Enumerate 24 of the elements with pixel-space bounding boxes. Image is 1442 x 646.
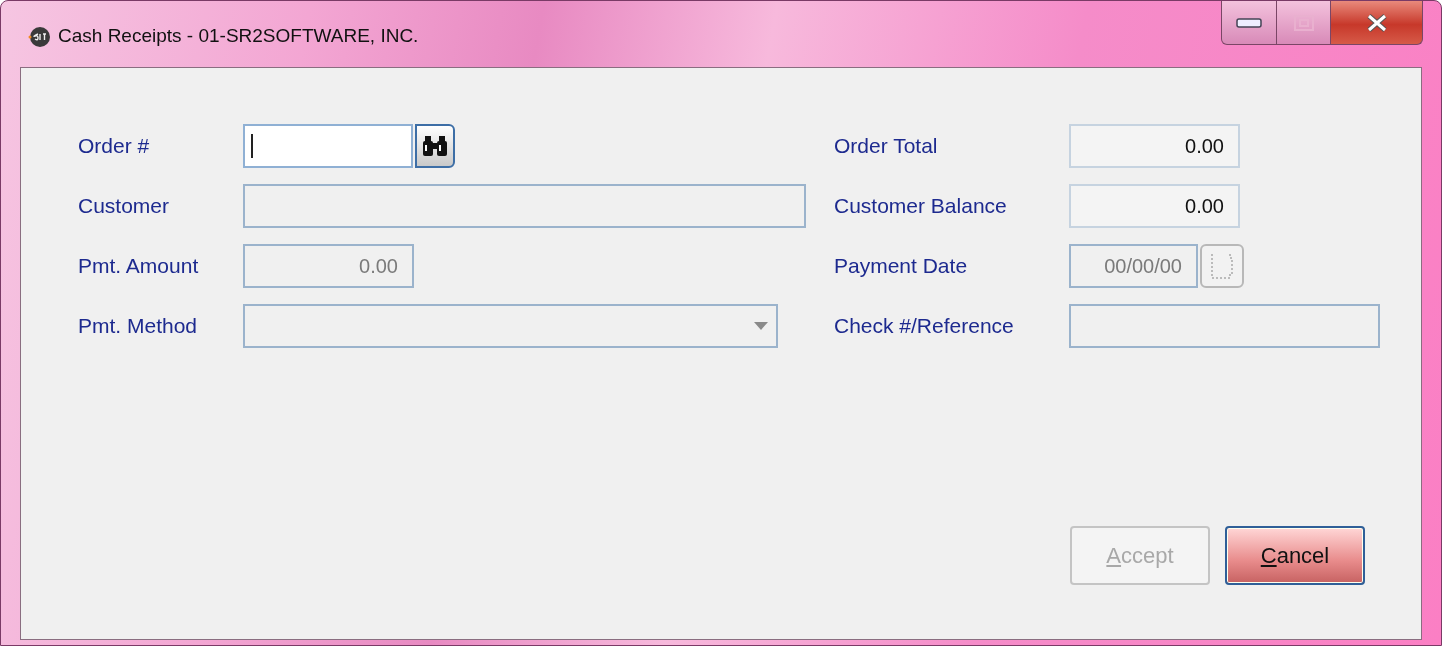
dropdown-arrow-icon	[754, 322, 768, 330]
field-label: Payment Date	[834, 254, 969, 278]
field-label: Pmt. Method	[78, 314, 199, 338]
calendar-button[interactable]	[1200, 244, 1244, 288]
binoculars-icon	[422, 135, 448, 157]
minimize-icon	[1236, 17, 1262, 28]
calendar-icon	[1210, 252, 1234, 280]
amount-field[interactable]: 0.00	[1069, 124, 1240, 168]
field-label: Pmt. Amount	[78, 254, 200, 278]
close-icon	[1365, 13, 1388, 32]
maximize-button[interactable]	[1277, 1, 1331, 45]
search-button[interactable]	[415, 124, 455, 168]
cancel-button[interactable]: Cancel	[1225, 526, 1365, 585]
minimize-button[interactable]	[1221, 1, 1277, 45]
window-title: Cash Receipts - 01-SR2SOFTWARE, INC.	[58, 25, 419, 47]
app-logo-icon	[28, 26, 50, 48]
amount-field[interactable]: 0.00	[1069, 184, 1240, 228]
order-number-field[interactable]	[243, 124, 413, 168]
field-label: Check #/Reference	[834, 314, 1015, 338]
field-label: Customer	[78, 194, 171, 218]
field-label: Order #	[78, 134, 151, 158]
field-label: Order Total	[834, 134, 939, 158]
field-label: Customer Balance	[834, 194, 1008, 218]
close-button[interactable]	[1331, 1, 1423, 45]
